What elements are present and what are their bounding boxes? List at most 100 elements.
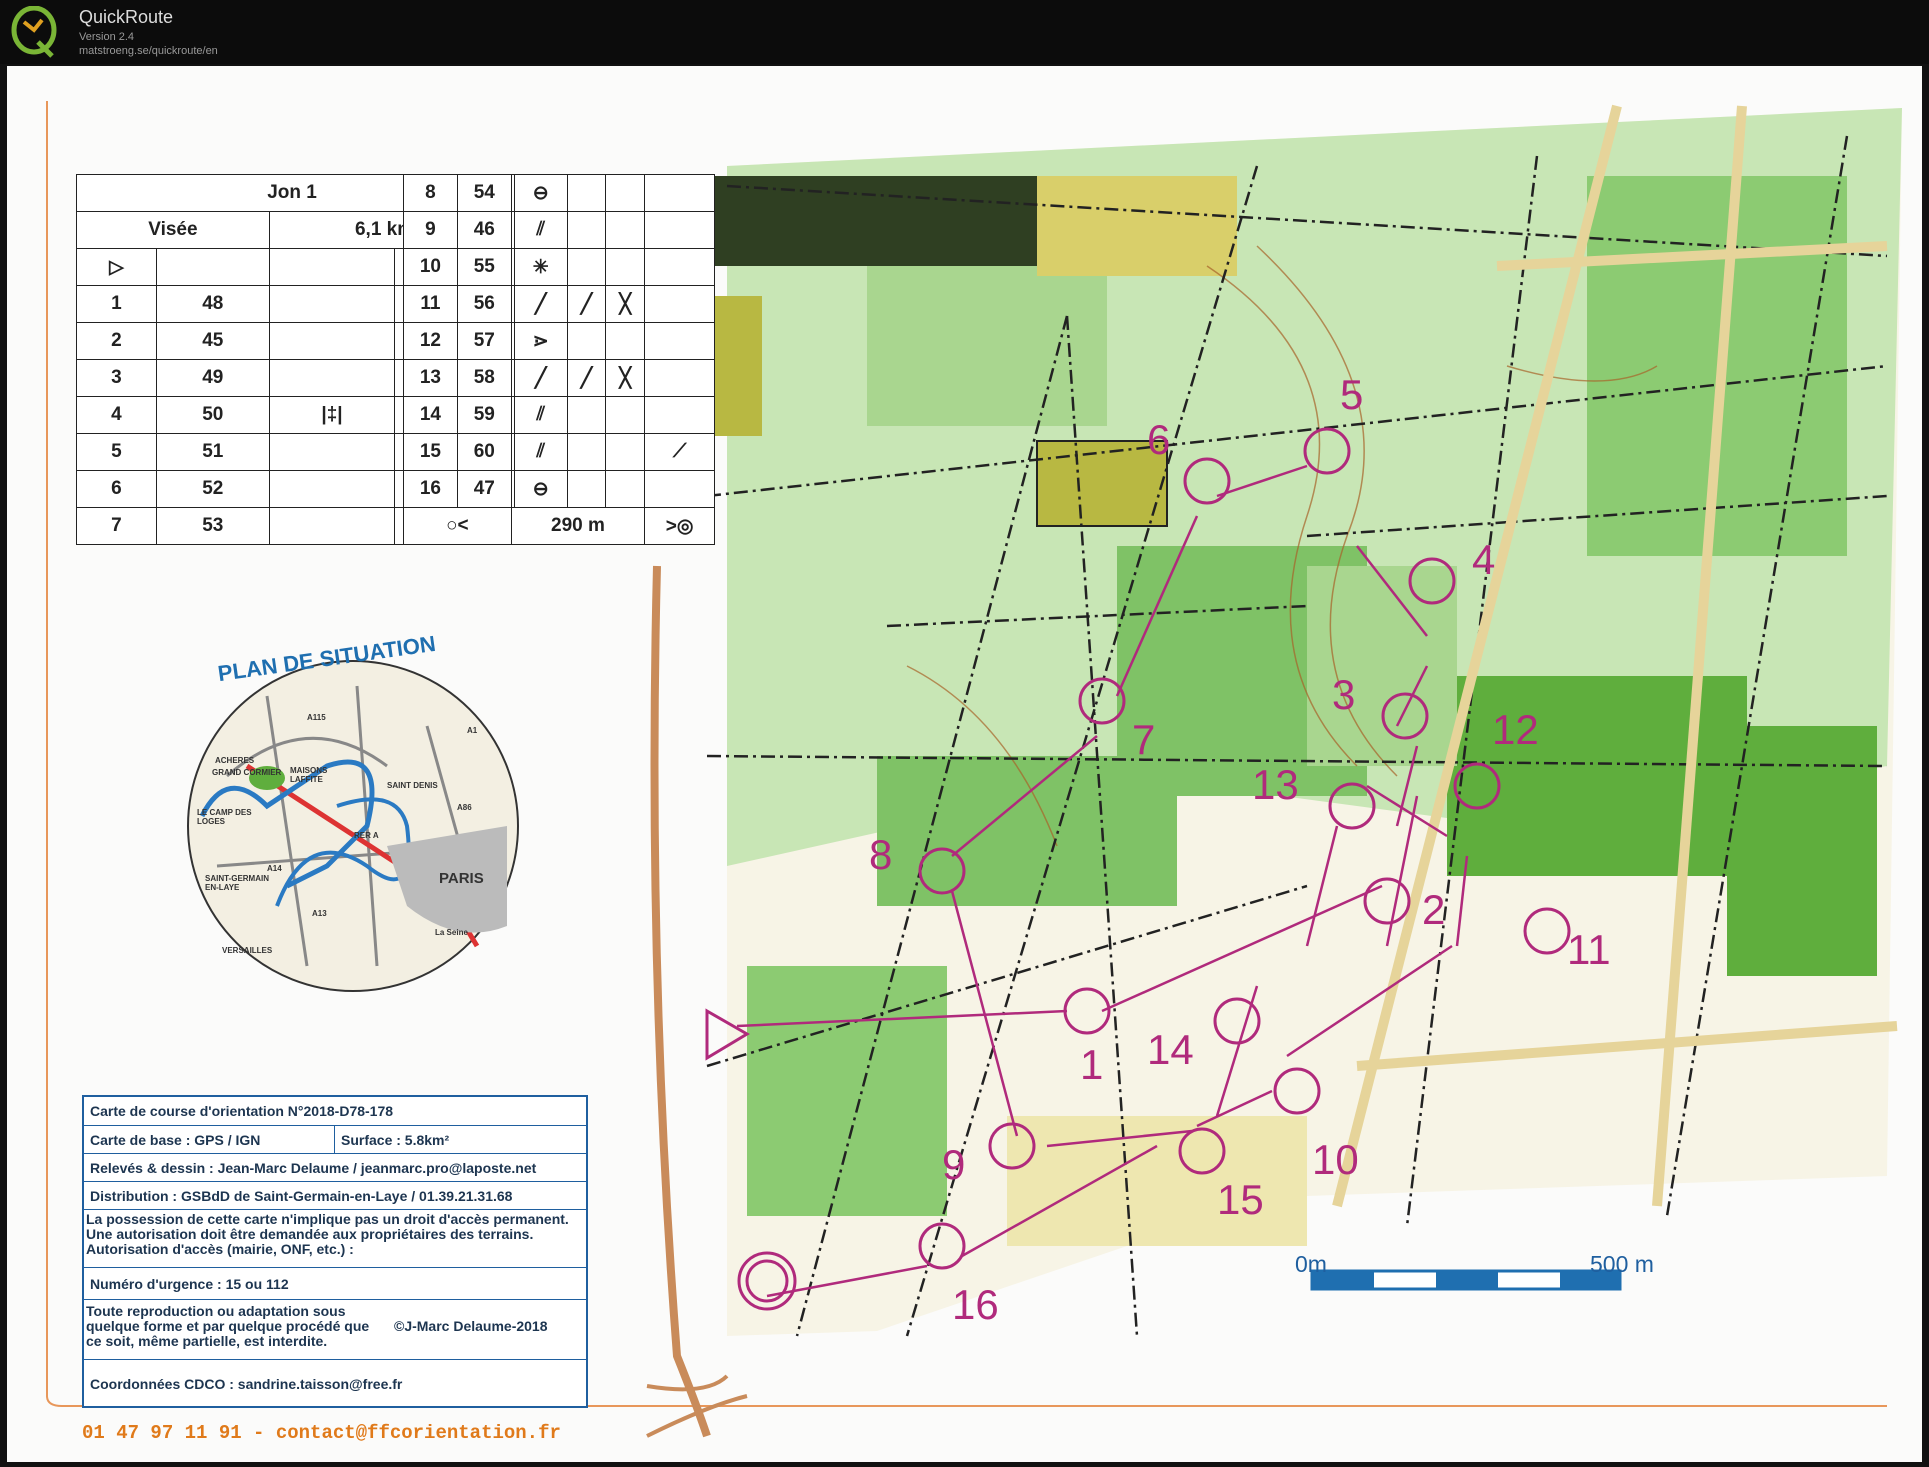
map-number: Carte de course d'orientation N°2018-D78… [90,1103,394,1119]
distribution: Distribution : GSBdD de Saint-Germain-en… [90,1188,513,1204]
control-label-5: 5 [1340,371,1364,418]
finish-distance: 290 m [510,507,646,545]
control-code: 47 [456,470,512,508]
control-code: 58 [456,359,512,397]
control-label-2: 2 [1422,886,1446,933]
control-code: 49 [155,359,270,397]
survey-credit: Relevés & dessin : Jean-Marc Delaume / j… [90,1160,537,1176]
feature-knoll-icon: ⊖ [513,470,568,508]
surface: Surface : 5.8km² [334,1126,449,1154]
plan-label: A86 [457,803,472,812]
control-number: 4 [76,396,157,434]
control-label-1: 1 [1080,1041,1104,1088]
plan-label: SAINT-GERMAIN EN-LAYE [205,874,269,892]
access-line-2: Une autorisation doit être demandée aux … [86,1226,534,1242]
access-line-3: Autorisation d'accès (mairie, ONF, etc.)… [86,1241,354,1257]
plan-label: LE CAMP DES LOGES [197,808,252,826]
feature-path-icon: ╱ [566,285,607,323]
copyright-line-2: quelque forme et par quelque procédé que [86,1318,370,1334]
control-number: 8 [403,174,458,212]
start-finish-icon: ○< [403,507,512,545]
plan-label: ACHERES [215,756,255,765]
control-number: 10 [403,248,458,286]
control-code: 56 [456,285,512,323]
feature-bend-icon: ⋗ [513,322,568,360]
control-number: 15 [403,433,458,471]
plan-label: MAISONS LAFFITE [290,766,328,784]
control-code: 54 [456,174,512,212]
plan-label: A14 [267,864,282,873]
control-label-16: 16 [952,1281,999,1328]
corner-icon: ⟋ [644,433,715,471]
control-number: 14 [403,396,458,434]
control-label-15: 15 [1217,1176,1264,1223]
control-label-4: 4 [1472,536,1496,583]
control-label-3: 3 [1332,671,1356,718]
plan-label: La Seine [435,928,468,937]
federation-contact: 01 47 97 11 91 - contact@ffcorientation.… [82,1422,561,1444]
feature-path-icon: ╱ [566,359,607,397]
plan-label: VERSAILLES [222,946,273,955]
control-number: 11 [403,285,458,323]
control-number: 16 [403,470,458,508]
control-code: 50 [155,396,270,434]
feature-path-icon: ╱ [513,359,568,397]
control-number: 3 [76,359,157,397]
feature-path-icon: ╱ [513,285,568,323]
access-line-1: La possession de cette carte n'implique … [86,1211,569,1227]
control-code: 52 [155,470,270,508]
feature-ride-icon: ⫽ [513,433,568,471]
control-code: 59 [456,396,512,434]
situation-plan [187,660,519,992]
control-label-6: 6 [1147,416,1171,463]
app-version: Version 2.4 [79,31,135,43]
control-number: 13 [403,359,458,397]
scale-start-label: 0m [1295,1251,1327,1277]
plan-label: A1 [467,726,478,735]
plan-label: PARIS [439,870,484,887]
control-code: 53 [155,507,270,545]
control-label-13: 13 [1252,761,1299,808]
quickroute-logo-icon [11,6,57,58]
copyright-line-3: ce soit, même partielle, est interdite. [86,1333,328,1349]
junction-icon: ╳ [605,285,646,323]
control-description-table-right: 8 54 ⊖ 9 46 ⫽ 10 55 ✳ 11 56 ╱ ╱ ╳ 12 57 ⋗ 13 58 ╱ ╱ ╳ 14… [403,174,715,545]
control-code: 46 [456,211,512,249]
control-code: 51 [155,433,270,471]
main-road [650,565,711,1438]
plan-label: RER A [354,831,379,840]
scale-bar [1310,1269,1622,1291]
scale-end-label: 500 m [1590,1251,1654,1277]
control-number: 5 [76,433,157,471]
control-number: 12 [403,322,458,360]
app-url[interactable]: matstroeng.se/quickroute/en [79,45,218,57]
control-label-7: 7 [1132,716,1156,763]
control-code: 55 [456,248,512,286]
control-label-9: 9 [942,1141,966,1188]
control-code: 60 [456,433,512,471]
control-code: 45 [155,322,270,360]
feature-ride-icon: ⫽ [513,211,568,249]
scanned-map-sheet: Jon 1 Visée6,1 km ▷ 148■ 245◡ 349⊖ 450|‡… [7,66,1922,1462]
plan-label: SAINT DENIS [387,781,438,790]
control-label-11: 11 [1567,926,1611,973]
control-label-14: 14 [1147,1026,1194,1073]
control-number: 6 [76,470,157,508]
between-icon: |‡| [268,396,396,434]
control-code: 48 [155,285,270,323]
control-number: 9 [403,211,458,249]
feature-knoll-icon: ⊖ [513,174,568,212]
control-number: 1 [76,285,157,323]
copyright-owner: ©J-Marc Delaume-2018 [394,1318,548,1334]
app-titlebar: QuickRoute Version 2.4 matstroeng.se/qui… [0,0,1929,64]
feature-star-icon: ✳ [513,248,568,286]
control-code: 57 [456,322,512,360]
control-label-10: 10 [1312,1136,1359,1183]
control-label-12: 12 [1492,706,1539,753]
feature-ride-icon: ⫽ [513,396,568,434]
control-number: 7 [76,507,157,545]
finish-icon: >◎ [644,507,715,545]
emergency-number: Numéro d'urgence : 15 ou 112 [90,1276,289,1292]
app-title: QuickRoute [79,7,174,27]
start-symbol-icon: ▷ [76,248,157,286]
